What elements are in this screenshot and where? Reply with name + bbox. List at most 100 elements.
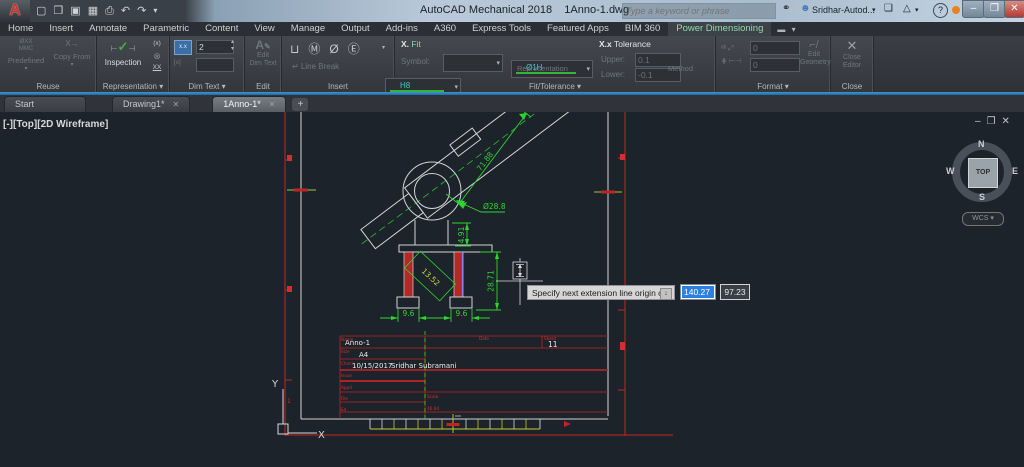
quick-access-toolbar: ▢ ❒ ▣ ▦ ⎙ ↶ ↷ ▾ xyxy=(36,3,157,19)
model-space[interactable]: 71.88 Ø28.8 4.91 28.71 9.6 9.6 13.52 xyxy=(0,112,1024,467)
plot-icon[interactable]: ⎙ xyxy=(105,3,114,19)
copy-from-icon: X→ xyxy=(52,39,92,48)
tolerance-icon: X.x xyxy=(599,39,612,49)
new-tab-button[interactable]: + xyxy=(292,98,308,111)
tab-drawing1[interactable]: Drawing1*✕ xyxy=(112,96,190,112)
ruler-red-mark xyxy=(564,421,571,427)
ucs-icon xyxy=(278,389,317,434)
lower-label: Lower: xyxy=(601,70,625,79)
search-box xyxy=(622,3,776,19)
format-hash-icon: ⋕ xyxy=(721,58,727,65)
fit-symbol-dropdown: ▾ xyxy=(443,54,503,72)
redo-icon[interactable]: ↷ xyxy=(137,3,146,19)
tab-annotate[interactable]: Annotate xyxy=(81,22,135,36)
binoculars-icon[interactable]: ⚭ xyxy=(782,3,790,14)
open-icon[interactable]: ❒ xyxy=(53,3,63,19)
close-tab-icon[interactable]: ✕ xyxy=(173,100,180,109)
insert-m-icon[interactable]: Ⓜ xyxy=(308,42,329,56)
viewcube-south[interactable]: S xyxy=(979,192,985,202)
user-caret-icon[interactable]: ▾ xyxy=(872,6,876,14)
prompt-options-icon[interactable]: ↓ xyxy=(660,288,672,300)
title-block-text: Anno-1 A4 10/15/2017 Sridhar Subramani 1… xyxy=(345,339,558,370)
edit-geometry-icon: ⌐/ xyxy=(800,39,828,51)
viewcube-north[interactable]: N xyxy=(978,139,985,149)
tab-view[interactable]: View xyxy=(246,22,282,36)
svg-text:Appd: Appd xyxy=(341,385,352,390)
search-input[interactable] xyxy=(623,6,775,16)
tab-power-dimensioning[interactable]: Power Dimensioning xyxy=(668,22,771,36)
dynamic-input-y[interactable]: 97.23 xyxy=(720,284,750,300)
svg-text:Scale: Scale xyxy=(427,394,439,399)
viewport-controls[interactable]: [-][Top][2D Wireframe] xyxy=(3,119,108,130)
caret-down-icon: ▾ xyxy=(52,61,92,68)
tab-start[interactable]: Start xyxy=(4,96,86,112)
tab-a360[interactable]: A360 xyxy=(426,22,464,36)
qat-customize-icon[interactable]: ▾ xyxy=(153,3,157,19)
insert-e-icon[interactable]: Ⓔ xyxy=(348,42,369,56)
app-store-icon[interactable]: ❑ xyxy=(884,3,893,14)
titlebar: A ▢ ❒ ▣ ▦ ⎙ ↶ ↷ ▾ AutoCAD Mechanical 201… xyxy=(0,0,1024,22)
drawing-window-controls[interactable]: ‒❐✕ xyxy=(975,116,1016,127)
dim-rep-2-icon[interactable]: ⊗ xyxy=(149,50,165,62)
panel-reuse: ØXXMMC Predefined ▾ X→ Copy From ▾ Reuse xyxy=(0,36,97,92)
caret-down-icon: ▾ xyxy=(496,59,500,67)
ribbon-display-toggle-icon[interactable]: ▬ ▾ xyxy=(777,25,797,34)
alert-caret-icon[interactable]: ▾ xyxy=(915,6,919,14)
autocad-window: A ▢ ❒ ▣ ▦ ⎙ ↶ ↷ ▾ AutoCAD Mechanical 201… xyxy=(0,0,1024,467)
tab-1anno-1[interactable]: 1Anno-1*✕ xyxy=(212,96,286,112)
viewcube-top-face[interactable]: TOP xyxy=(968,158,998,188)
tab-output[interactable]: Output xyxy=(333,22,378,36)
dim-rep-1-icon[interactable]: (x) xyxy=(149,38,165,50)
predefined-button[interactable]: ØXXMMC Predefined ▾ xyxy=(6,39,46,72)
signin-user[interactable]: Sridhar-Autod... xyxy=(812,5,875,15)
ribbon: ØXXMMC Predefined ▾ X→ Copy From ▾ Reuse… xyxy=(0,36,1024,92)
insert-bracket-icon[interactable]: ⊔ xyxy=(290,42,308,56)
close-tab-icon[interactable]: ✕ xyxy=(269,100,276,109)
viewcube-east[interactable]: E xyxy=(1012,166,1018,176)
precision-icon[interactable]: x.x xyxy=(174,40,192,55)
tab-parametric[interactable]: Parametric xyxy=(135,22,197,36)
caret-down-icon[interactable]: ▾ xyxy=(382,44,385,51)
tab-featured-apps[interactable]: Featured Apps xyxy=(539,22,617,36)
edit-dim-text-button[interactable]: A✎ EditDim Text xyxy=(247,38,279,68)
tb-date: 10/15/2017 xyxy=(352,362,392,370)
restore-button[interactable]: ❐ xyxy=(983,0,1006,18)
insert-diameter-icon[interactable]: Ø xyxy=(329,42,347,56)
app-menu-button[interactable]: A xyxy=(0,0,30,22)
tab-bim360[interactable]: BIM 360 xyxy=(617,22,668,36)
format-width-icon: ⊢⊣ xyxy=(729,58,741,65)
inspection-button[interactable]: ⊢✓⊣ Inspection xyxy=(101,38,145,67)
spinner-arrows-icon[interactable]: ▴▾ xyxy=(231,39,234,53)
dynamic-input-x[interactable]: 140.27 xyxy=(680,284,716,300)
precision-spinner[interactable]: 2 xyxy=(196,40,234,54)
dim-dia-28-8: Ø28.8 xyxy=(483,202,506,211)
save-icon[interactable]: ▣ xyxy=(70,3,80,19)
tab-content[interactable]: Content xyxy=(197,22,246,36)
saveas-icon[interactable]: ▦ xyxy=(88,3,98,19)
wcs-menu[interactable]: WCS ▾ xyxy=(962,212,1004,226)
undo-icon[interactable]: ↶ xyxy=(121,3,130,19)
file-tab-bar: Start Drawing1*✕ 1Anno-1*✕ + xyxy=(0,95,1024,112)
svg-text:Name: Name xyxy=(341,337,354,342)
copy-from-button[interactable]: X→ Copy From ▾ xyxy=(52,39,92,68)
tab-addins[interactable]: Add-ins xyxy=(378,22,426,36)
drawing-canvas[interactable]: 71.88 Ø28.8 4.91 28.71 9.6 9.6 13.52 xyxy=(0,112,1024,467)
minimize-button[interactable]: ‒ xyxy=(962,0,985,18)
viewcube-west[interactable]: W xyxy=(946,166,955,176)
viewcube[interactable]: N W E S TOP WCS ▾ xyxy=(944,136,1024,236)
panel-fit-tolerance: X. Fit Symbol: ▾ Ø1H ▾ Representation X.… xyxy=(395,36,716,92)
dim-rep-3-icon[interactable]: XX xyxy=(149,62,165,74)
title-block-lines xyxy=(340,336,608,419)
dim-9-6-right: 9.6 xyxy=(456,309,468,318)
panel-format: ᵃᵇ ⤢⋕ ⊢⊣ 0 0 ⌐/ EditGeometry Format ▾ xyxy=(716,36,831,92)
tab-home[interactable]: Home xyxy=(0,22,41,36)
tab-express-tools[interactable]: Express Tools xyxy=(464,22,539,36)
new-icon[interactable]: ▢ xyxy=(36,3,46,19)
alert-icon[interactable]: △ xyxy=(903,3,911,14)
tab-insert[interactable]: Insert xyxy=(41,22,81,36)
help-icon[interactable]: ? xyxy=(933,3,948,18)
close-editor-icon: ✕ xyxy=(831,38,873,54)
fit-icon: X. xyxy=(401,39,409,49)
tab-manage[interactable]: Manage xyxy=(283,22,333,36)
close-button[interactable]: ✕ xyxy=(1004,0,1024,18)
